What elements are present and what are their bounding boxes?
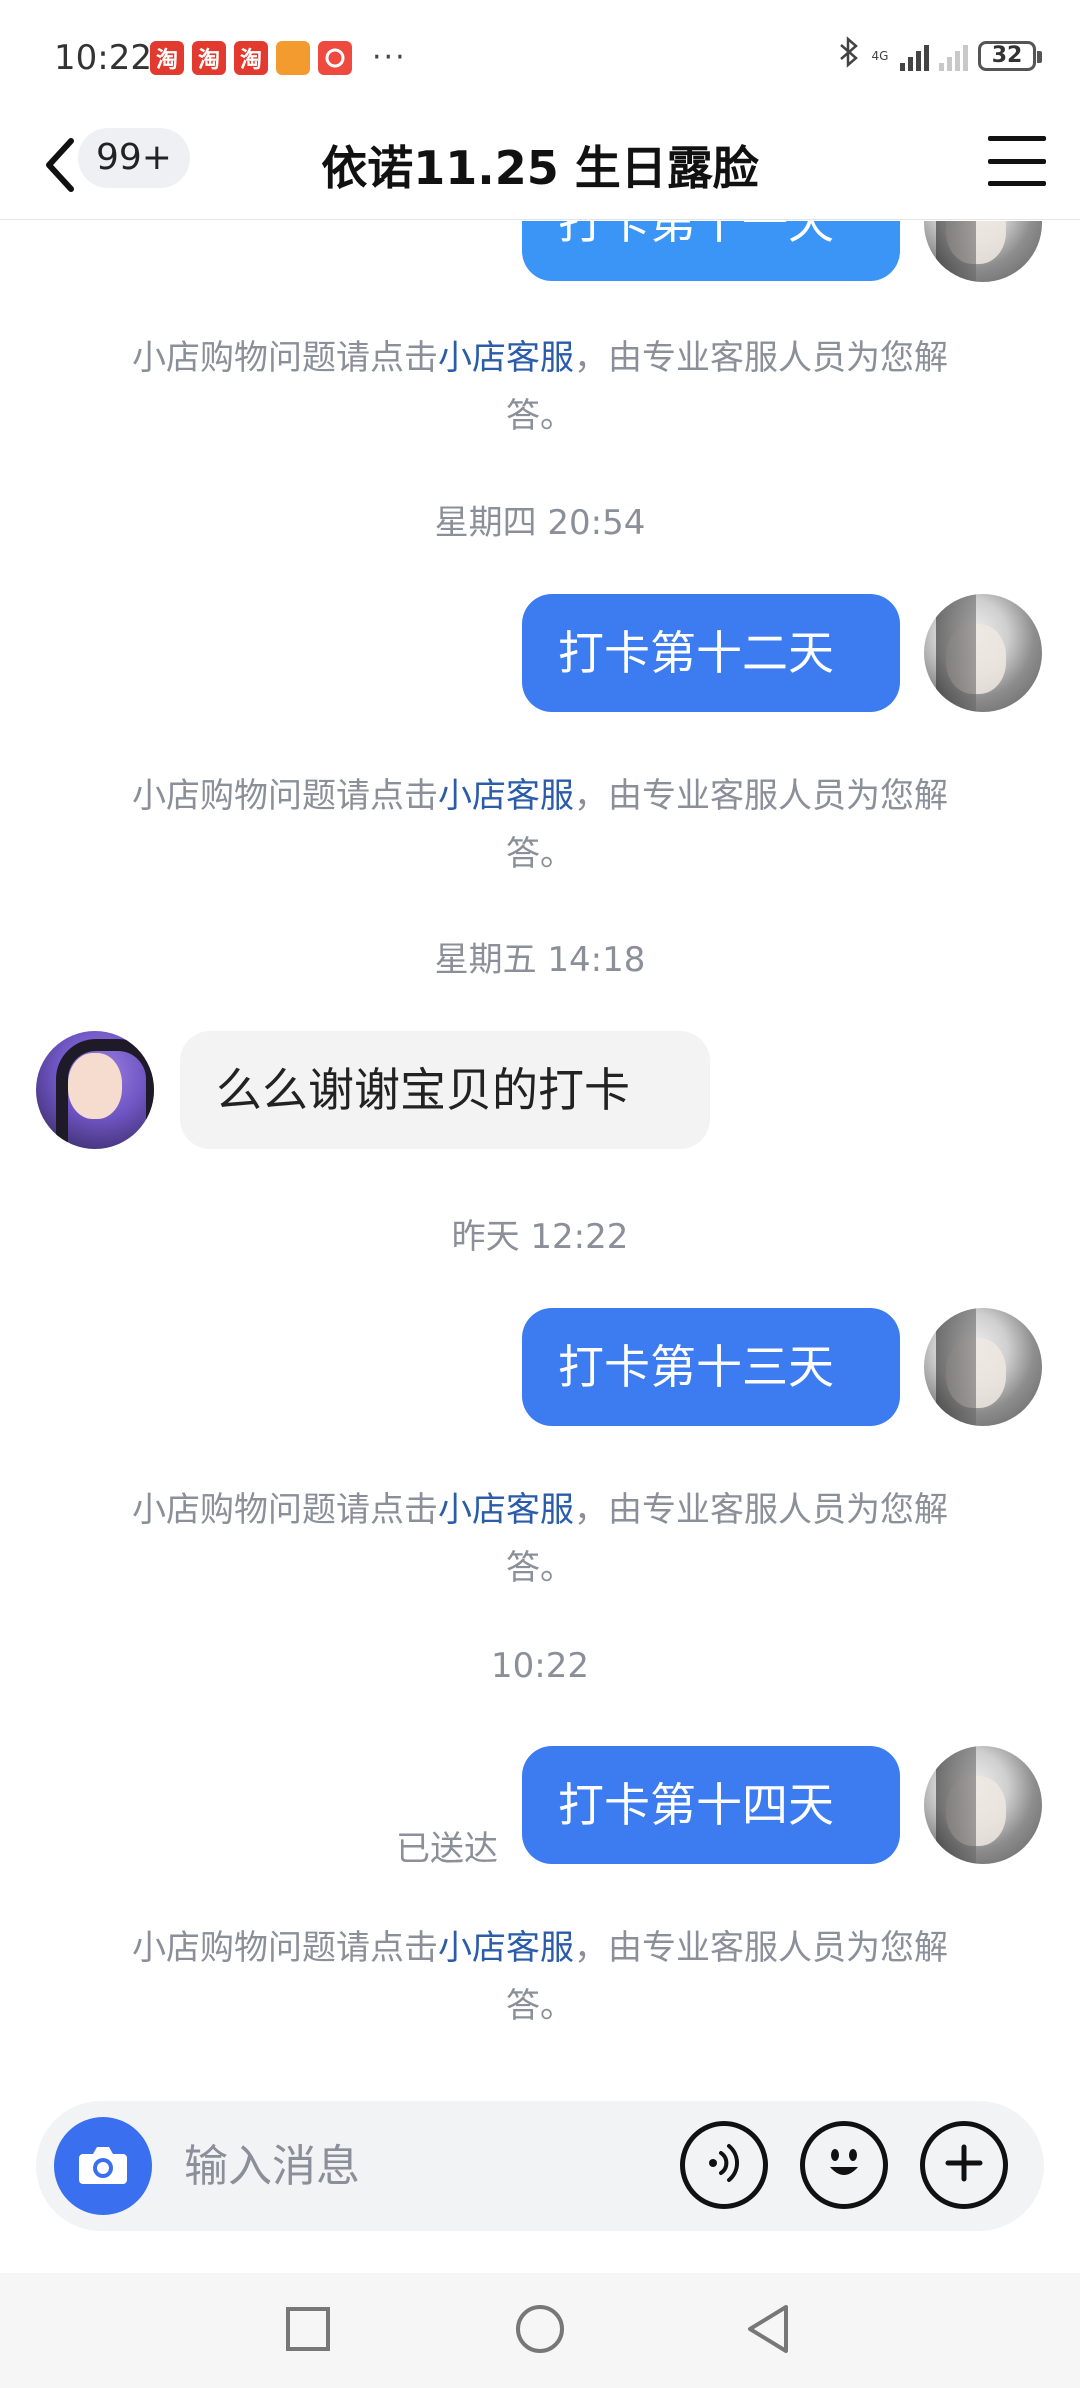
shop-app-icon bbox=[276, 40, 310, 75]
shop-service-link[interactable]: 小店客服 bbox=[438, 338, 574, 378]
recents-button[interactable] bbox=[278, 2301, 338, 2361]
plus-icon bbox=[940, 2139, 988, 2191]
taobao-icon: 淘 bbox=[150, 40, 184, 75]
shop-service-link[interactable]: 小店客服 bbox=[438, 1490, 574, 1530]
shop-service-notice: 小店购物问题请点击小店客服，由专业客服人员为您解答。 bbox=[132, 338, 948, 436]
self-avatar[interactable] bbox=[924, 594, 1042, 712]
input-pill bbox=[36, 2101, 1044, 2231]
delivered-status: 已送达 bbox=[396, 1829, 498, 1869]
shop-service-link[interactable]: 小店客服 bbox=[438, 1928, 574, 1968]
timestamp: 星期五 14:18 bbox=[434, 940, 646, 980]
notification-icons: 淘 淘 淘 ··· bbox=[150, 40, 407, 75]
message-bubble-self[interactable]: 打卡第十一天 bbox=[522, 221, 900, 281]
hamburger-menu-icon bbox=[988, 136, 1046, 141]
more-notifications-icon: ··· bbox=[372, 40, 407, 75]
timestamp: 10:22 bbox=[491, 1646, 589, 1686]
message-input[interactable] bbox=[184, 2131, 644, 2201]
square-icon bbox=[285, 2306, 331, 2356]
shop-service-notice: 小店购物问题请点击小店客服，由专业客服人员为您解答。 bbox=[132, 1928, 948, 2026]
self-avatar[interactable] bbox=[924, 221, 1042, 282]
chat-title: 依诺11.25 生日露脸 bbox=[321, 141, 759, 195]
bluetooth-icon bbox=[838, 36, 860, 75]
chat-header: 99+ 依诺11.25 生日露脸 bbox=[0, 116, 1080, 220]
voice-icon bbox=[699, 2138, 749, 2192]
emoji-button[interactable] bbox=[800, 2121, 888, 2209]
camera-icon bbox=[77, 2142, 129, 2190]
message-bubble-self[interactable]: 打卡第十三天 bbox=[522, 1308, 900, 1426]
more-options-button[interactable] bbox=[920, 2121, 1008, 2209]
message-bubble-self[interactable]: 打卡第十四天 bbox=[522, 1746, 900, 1864]
status-bar: 10:22 淘 淘 淘 ··· 4G 32 bbox=[0, 0, 1080, 116]
message-list[interactable]: 打卡第十一天 小店购物问题请点击小店客服，由专业客服人员为您解答。 星期四 20… bbox=[0, 221, 1080, 2101]
system-status: 4G 32 bbox=[838, 36, 1042, 75]
shop-service-link[interactable]: 小店客服 bbox=[438, 776, 574, 816]
home-button[interactable] bbox=[510, 2301, 570, 2361]
self-avatar[interactable] bbox=[924, 1746, 1042, 1864]
circle-icon bbox=[514, 2303, 566, 2359]
signal-icon bbox=[900, 41, 929, 71]
timestamp: 星期四 20:54 bbox=[434, 503, 646, 543]
back-nav-button[interactable] bbox=[738, 2301, 798, 2361]
message-bubble-other[interactable]: 么么谢谢宝贝的打卡 bbox=[180, 1031, 710, 1149]
shop-service-notice: 小店购物问题请点击小店客服，由专业客服人员为您解答。 bbox=[132, 1490, 948, 1588]
camera-button[interactable] bbox=[54, 2117, 152, 2215]
battery-icon: 32 bbox=[978, 40, 1042, 71]
taobao-icon: 淘 bbox=[234, 40, 268, 75]
emoji-icon bbox=[816, 2135, 872, 2195]
taobao-icon: 淘 bbox=[192, 40, 226, 75]
pinduoduo-icon bbox=[318, 40, 352, 75]
timestamp: 昨天 12:22 bbox=[451, 1217, 629, 1257]
signal-weak-icon bbox=[939, 41, 968, 71]
system-nav-bar bbox=[0, 2273, 1080, 2388]
shop-service-notice: 小店购物问题请点击小店客服，由专业客服人员为您解答。 bbox=[132, 776, 948, 874]
network-type-label: 4G bbox=[871, 48, 889, 63]
voice-button[interactable] bbox=[680, 2121, 768, 2209]
status-time: 10:22 bbox=[54, 38, 152, 78]
message-bubble-self[interactable]: 打卡第十二天 bbox=[522, 594, 900, 712]
triangle-back-icon bbox=[744, 2303, 792, 2359]
menu-button[interactable] bbox=[988, 136, 1046, 186]
self-avatar[interactable] bbox=[924, 1308, 1042, 1426]
input-bar bbox=[0, 2101, 1080, 2273]
contact-avatar[interactable] bbox=[36, 1031, 154, 1149]
